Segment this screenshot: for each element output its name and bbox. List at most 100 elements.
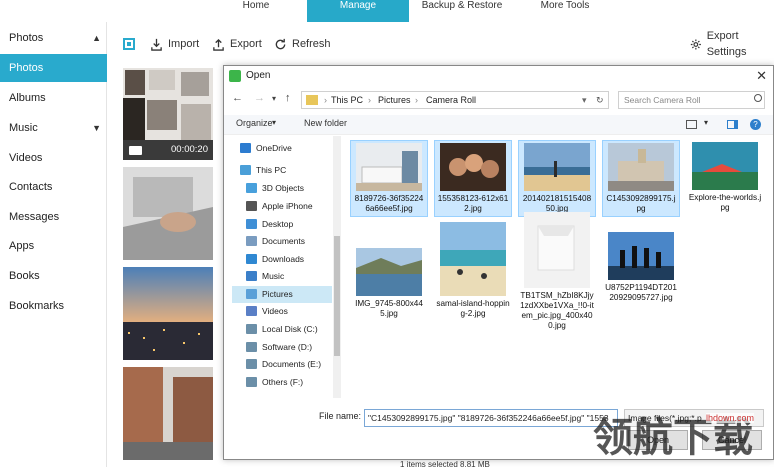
select-all-checkbox[interactable] <box>123 38 135 50</box>
file-item[interactable]: U8752P1194DT20120929095727.jpg <box>602 230 680 305</box>
sidebar-item-books[interactable]: Books <box>0 262 107 290</box>
close-icon[interactable]: ✕ <box>756 66 767 86</box>
nav-item[interactable]: Videos <box>232 303 332 320</box>
forward-arrow-icon[interactable]: → <box>254 92 265 104</box>
tab-manage[interactable]: Manage <box>307 0 409 22</box>
nav-item[interactable]: This PC <box>232 162 332 179</box>
nav-item[interactable]: Documents <box>232 233 332 250</box>
file-thumbnail <box>440 143 506 191</box>
chevron-down-icon[interactable]: ▾ <box>582 92 587 108</box>
nav-item[interactable]: Pictures <box>232 286 332 303</box>
file-item[interactable]: IMG_9745-800x445.jpg <box>350 246 428 321</box>
file-item[interactable]: C1453092899175.jpg <box>602 140 680 217</box>
file-item[interactable]: 8189726-36f352246a66ee5f.jpg <box>350 140 428 217</box>
file-thumbnail <box>692 142 758 190</box>
sidebar-item-contacts[interactable]: Contacts <box>0 173 107 201</box>
top-nav: Home Manage Backup & Restore More Tools <box>0 0 774 22</box>
nav-item[interactable]: OneDrive <box>232 140 332 157</box>
sidebar-item-bookmarks[interactable]: Bookmarks <box>0 292 107 320</box>
navigation-pane: OneDrive This PC 3D Objects Apple iPhone Des… <box>232 140 340 398</box>
search-input[interactable]: Search Camera Roll <box>618 91 765 109</box>
address-bar[interactable]: › This PC › Pictures › Camera Roll ▾ ↻ <box>301 91 609 109</box>
sidebar-item-videos[interactable]: Videos <box>0 144 107 172</box>
scrollbar-thumb[interactable] <box>334 236 340 356</box>
nav-item-label: Local Disk (C:) <box>262 324 318 334</box>
sidebar-item-albums[interactable]: Albums <box>0 84 107 112</box>
music-icon <box>246 271 257 281</box>
refresh-icon[interactable]: ↻ <box>596 92 604 108</box>
breadcrumb-this-pc[interactable]: This PC <box>331 92 363 108</box>
photo-thumbnail[interactable] <box>123 167 213 260</box>
cube-icon <box>246 183 257 193</box>
export-settings-label: Export Settings <box>706 30 747 58</box>
sidebar-item-label: Videos <box>9 152 43 164</box>
sidebar-item-label: Bookmarks <box>9 300 65 312</box>
back-arrow-icon[interactable]: ← <box>232 92 243 104</box>
phone-icon <box>246 201 257 211</box>
file-item[interactable]: TB1TSM_hZbI8KJjy1zdXXbe1VXa_!!0-item_pic… <box>518 210 596 333</box>
photo-thumbnail[interactable]: 00:00:20 <box>123 68 213 160</box>
photo-thumbnail[interactable] <box>123 367 213 460</box>
nav-item[interactable]: 3D Objects <box>232 180 332 197</box>
status-text: 1 items selected 8.81 MB <box>400 460 490 469</box>
nav-item[interactable]: Documents (E:) <box>232 356 332 373</box>
file-thumbnail <box>356 143 422 191</box>
nav-item-label: Pictures <box>262 289 293 299</box>
refresh-button[interactable]: Refresh <box>274 36 331 52</box>
chevron-up-icon: ▲ <box>92 33 101 43</box>
photo-thumbnail[interactable] <box>123 267 213 360</box>
tab-backup-restore[interactable]: Backup & Restore <box>412 0 512 22</box>
file-item[interactable]: Explore-the-worlds.jpg <box>686 140 764 215</box>
address-row: ← → ▾ ↑ › This PC › Pictures › Camera Ro… <box>224 88 773 112</box>
sidebar-item-photos-group[interactable]: Photos ▲ <box>0 24 107 52</box>
video-camera-icon <box>129 146 142 155</box>
file-item[interactable]: 155358123-612x612.jpg <box>434 140 512 217</box>
breadcrumb-pictures[interactable]: Pictures <box>378 92 411 108</box>
toolbar: Import Export Refresh Export Settings <box>108 30 774 58</box>
nav-item[interactable]: Software (D:) <box>232 339 332 356</box>
nav-item[interactable]: Local Disk (C:) <box>232 321 332 338</box>
dialog-title-bar: Open ✕ <box>224 66 773 86</box>
file-thumbnail <box>608 143 674 191</box>
export-settings-button[interactable]: Export Settings <box>690 30 774 58</box>
refresh-icon <box>275 38 286 49</box>
organize-button[interactable]: Organize <box>236 118 273 128</box>
tab-home[interactable]: Home <box>215 0 297 22</box>
sidebar-item-music[interactable]: Music ▼ <box>0 114 107 142</box>
sidebar-item-apps[interactable]: Apps <box>0 232 107 260</box>
nav-item-label: Others (F:) <box>262 377 304 387</box>
help-icon[interactable]: ? <box>750 119 761 130</box>
dialog-title: Open <box>246 70 271 81</box>
sidebar-item-messages[interactable]: Messages <box>0 203 107 231</box>
tab-more-tools[interactable]: More Tools <box>520 0 610 22</box>
file-thumbnail <box>608 232 674 280</box>
file-item[interactable]: 20140218151540850.jpg <box>518 140 596 217</box>
nav-item-label: Music <box>262 271 285 281</box>
export-button[interactable]: Export <box>212 36 262 52</box>
nav-item[interactable]: Desktop <box>232 216 332 233</box>
video-duration: 00:00:20 <box>171 144 208 155</box>
sidebar-item-label: Contacts <box>9 181 53 193</box>
chevron-down-icon[interactable]: ▾ <box>272 94 276 103</box>
file-item[interactable]: samal-island-hopping-2.jpg <box>434 220 512 321</box>
command-bar: Organize ▾ New folder ▾ ? <box>224 115 773 135</box>
chevron-down-icon[interactable]: ▾ <box>704 118 708 127</box>
import-button[interactable]: Import <box>150 36 199 52</box>
nav-pane-scrollbar[interactable] <box>333 136 341 398</box>
nav-item[interactable]: Music <box>232 268 332 285</box>
new-folder-button[interactable]: New folder <box>304 118 347 128</box>
file-name-input[interactable]: "C1453092899175.jpg" "8189726-36f352246a… <box>364 409 618 427</box>
sidebar-item-photos[interactable]: Photos <box>0 54 107 82</box>
view-options-icon[interactable] <box>686 120 697 129</box>
nav-item[interactable]: Others (F:) <box>232 374 332 391</box>
breadcrumb-camera-roll[interactable]: Camera Roll <box>426 92 476 108</box>
app-icon <box>229 70 241 82</box>
up-arrow-icon[interactable]: ↑ <box>285 92 291 104</box>
nav-item[interactable]: Apple iPhone <box>232 198 332 215</box>
search-icon <box>754 94 762 102</box>
preview-pane-icon[interactable] <box>727 120 738 129</box>
file-thumbnail <box>440 222 506 296</box>
nav-item-label: Downloads <box>262 254 305 264</box>
nav-item[interactable]: Downloads <box>232 251 332 268</box>
gear-icon <box>690 38 701 50</box>
